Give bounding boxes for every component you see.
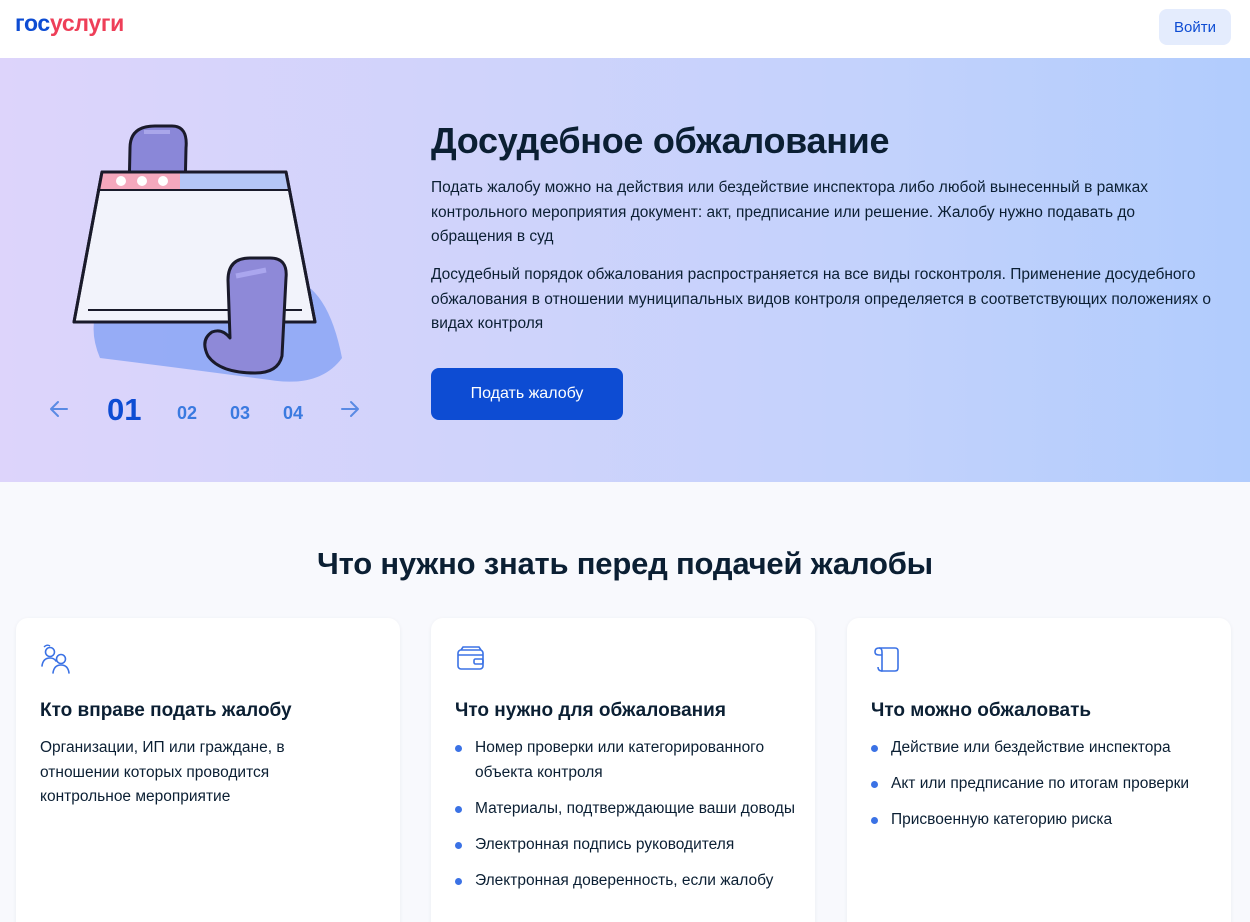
hero-paragraph-1: Подать жалобу можно на действия или безд…	[431, 179, 1149, 245]
list-item: Действие или бездействие инспектора	[871, 736, 1211, 761]
list-item: Электронная подпись руководителя	[455, 833, 795, 858]
section-title: Что нужно знать перед подачей жалобы	[317, 546, 933, 581]
list-item: Электронная доверенность, если жалобу	[455, 869, 795, 894]
card-text: Организации, ИП или граждане, в отношени…	[40, 739, 285, 805]
submit-complaint-button[interactable]: Подать жалобу	[431, 368, 623, 420]
people-icon	[41, 644, 70, 674]
card-what-is-needed: Что нужно для обжалования Номер проверки…	[431, 618, 815, 922]
card-who-can-complain: Кто вправе подать жалобу Организации, ИП…	[16, 618, 400, 922]
complaint-window-illustration	[72, 124, 342, 382]
wallet-icon	[457, 646, 484, 670]
arrow-left-icon[interactable]	[47, 397, 73, 421]
pager-item-04[interactable]: 04	[283, 403, 303, 424]
login-button[interactable]: Войти	[1159, 9, 1231, 45]
arrow-right-icon[interactable]	[336, 397, 362, 421]
pager-item-02[interactable]: 02	[177, 403, 197, 424]
scroll-icon	[874, 647, 899, 672]
hero-paragraph-2: Досудебный порядок обжалования распростр…	[431, 266, 1212, 332]
list-item: Акт или предписание по итогам проверки	[871, 772, 1211, 797]
requirements-list: Номер проверки или категорированного объ…	[455, 736, 795, 905]
pager-item-03[interactable]: 03	[230, 403, 250, 424]
logo-part-gos: гос	[15, 10, 50, 36]
logo-part-uslugi: услуги	[49, 10, 124, 36]
card-title: Что можно обжаловать	[871, 700, 1092, 721]
card-title: Что нужно для обжалования	[455, 700, 726, 721]
hero-banner: Досудебное обжалование Подать жалобу мож…	[0, 58, 1250, 482]
header: госуслуги Войти	[0, 0, 1250, 58]
slider-pager: 01 02 03 04	[0, 392, 400, 433]
list-item: Присвоенную категорию риска	[871, 808, 1211, 833]
gosuslugi-logo[interactable]: госуслуги	[15, 10, 124, 37]
list-item: Номер проверки или категорированного объ…	[455, 736, 795, 785]
pager-item-01[interactable]: 01	[107, 392, 141, 428]
appealable-list: Действие или бездействие инспектора Акт …	[871, 736, 1211, 844]
list-item: Материалы, подтверждающие ваши доводы	[455, 797, 795, 822]
card-title: Кто вправе подать жалобу	[40, 700, 292, 721]
hero-title: Досудебное обжалование	[431, 120, 890, 161]
card-what-can-be-appealed: Что можно обжаловать Действие или бездей…	[847, 618, 1231, 922]
